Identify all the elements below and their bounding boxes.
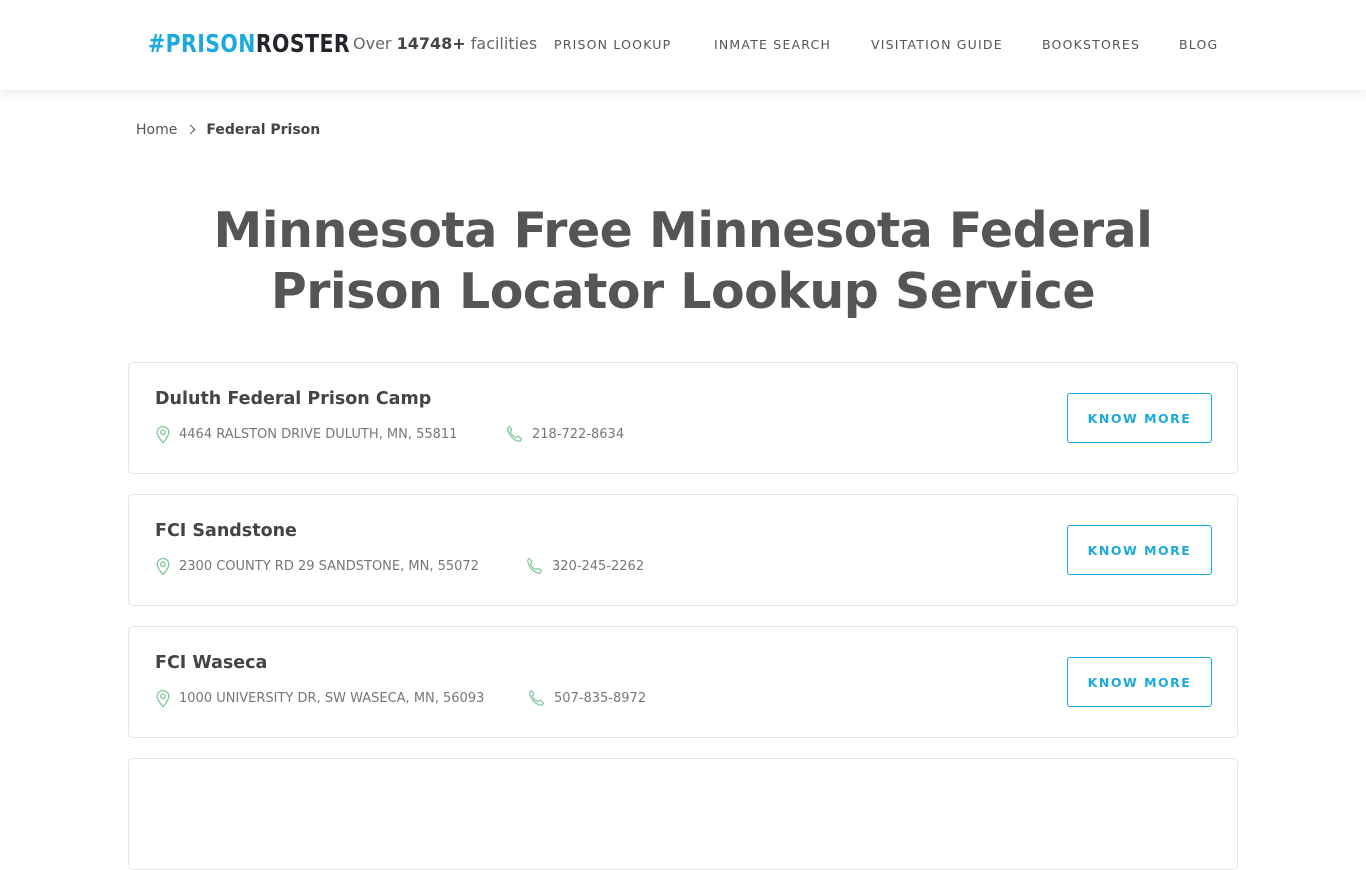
map-pin-icon <box>156 689 170 708</box>
facility-name[interactable]: FCI Waseca <box>155 653 267 673</box>
facility-phone-text[interactable]: 218-722-8634 <box>532 427 624 442</box>
facility-card: FCI Waseca 1000 UNIVERSITY DR, SW WASECA… <box>128 626 1238 738</box>
facility-address: 4464 RALSTON DRIVE DULUTH, MN, 55811 <box>155 425 457 444</box>
know-more-button[interactable]: KNOW MORE <box>1067 525 1212 575</box>
know-more-button[interactable]: KNOW MORE <box>1067 393 1212 443</box>
facility-phone: 320-245-2262 <box>525 557 644 576</box>
map-pin-icon <box>156 425 170 444</box>
facility-address-text: 2300 COUNTY RD 29 SANDSTONE, MN, 55072 <box>179 559 479 574</box>
map-pin-icon <box>156 557 170 576</box>
facility-address-text: 1000 UNIVERSITY DR, SW WASECA, MN, 56093 <box>179 691 485 706</box>
page-title-line-2: Prison Locator Lookup Service <box>270 263 1096 320</box>
phone-icon <box>507 425 522 442</box>
nav-prison-lookup[interactable]: PRISON LOOKUP <box>554 37 671 52</box>
facility-phone: 507-835-8972 <box>527 689 646 708</box>
page-title-line-1: Minnesota Free Minnesota Federal <box>213 202 1153 259</box>
nav-inmate-search[interactable]: INMATE SEARCH <box>714 37 831 52</box>
facility-address: 1000 UNIVERSITY DR, SW WASECA, MN, 56093 <box>155 689 484 708</box>
breadcrumb: Home Federal Prison <box>136 122 320 138</box>
main-nav: PRISON LOOKUP INMATE SEARCH VISITATION G… <box>0 37 1366 57</box>
facility-card: FCI Sandstone 2300 COUNTY RD 29 SANDSTON… <box>128 494 1238 606</box>
site-header: #PRISONROSTER Over 14748+ facilities PRI… <box>0 0 1366 90</box>
breadcrumb-home[interactable]: Home <box>136 122 177 138</box>
facility-name[interactable]: Duluth Federal Prison Camp <box>155 389 431 409</box>
facility-card: Duluth Federal Prison Camp 4464 RALSTON … <box>128 362 1238 474</box>
nav-blog[interactable]: BLOG <box>1179 37 1218 52</box>
facility-card-partial <box>128 758 1238 870</box>
page-title: Minnesota Free Minnesota Federal Prison … <box>183 200 1183 322</box>
chevron-right-icon <box>185 124 196 135</box>
phone-icon <box>529 689 544 706</box>
know-more-button[interactable]: KNOW MORE <box>1067 657 1212 707</box>
breadcrumb-current: Federal Prison <box>206 122 321 138</box>
phone-icon <box>527 557 542 574</box>
facility-name[interactable]: FCI Sandstone <box>155 521 297 541</box>
facility-phone-text[interactable]: 507-835-8972 <box>554 691 646 706</box>
nav-visitation-guide[interactable]: VISITATION GUIDE <box>871 37 1003 52</box>
facility-phone: 218-722-8634 <box>505 425 624 444</box>
nav-bookstores[interactable]: BOOKSTORES <box>1042 37 1140 52</box>
facility-phone-text[interactable]: 320-245-2262 <box>552 559 644 574</box>
facility-address-text: 4464 RALSTON DRIVE DULUTH, MN, 55811 <box>179 427 458 442</box>
facility-address: 2300 COUNTY RD 29 SANDSTONE, MN, 55072 <box>155 557 479 576</box>
